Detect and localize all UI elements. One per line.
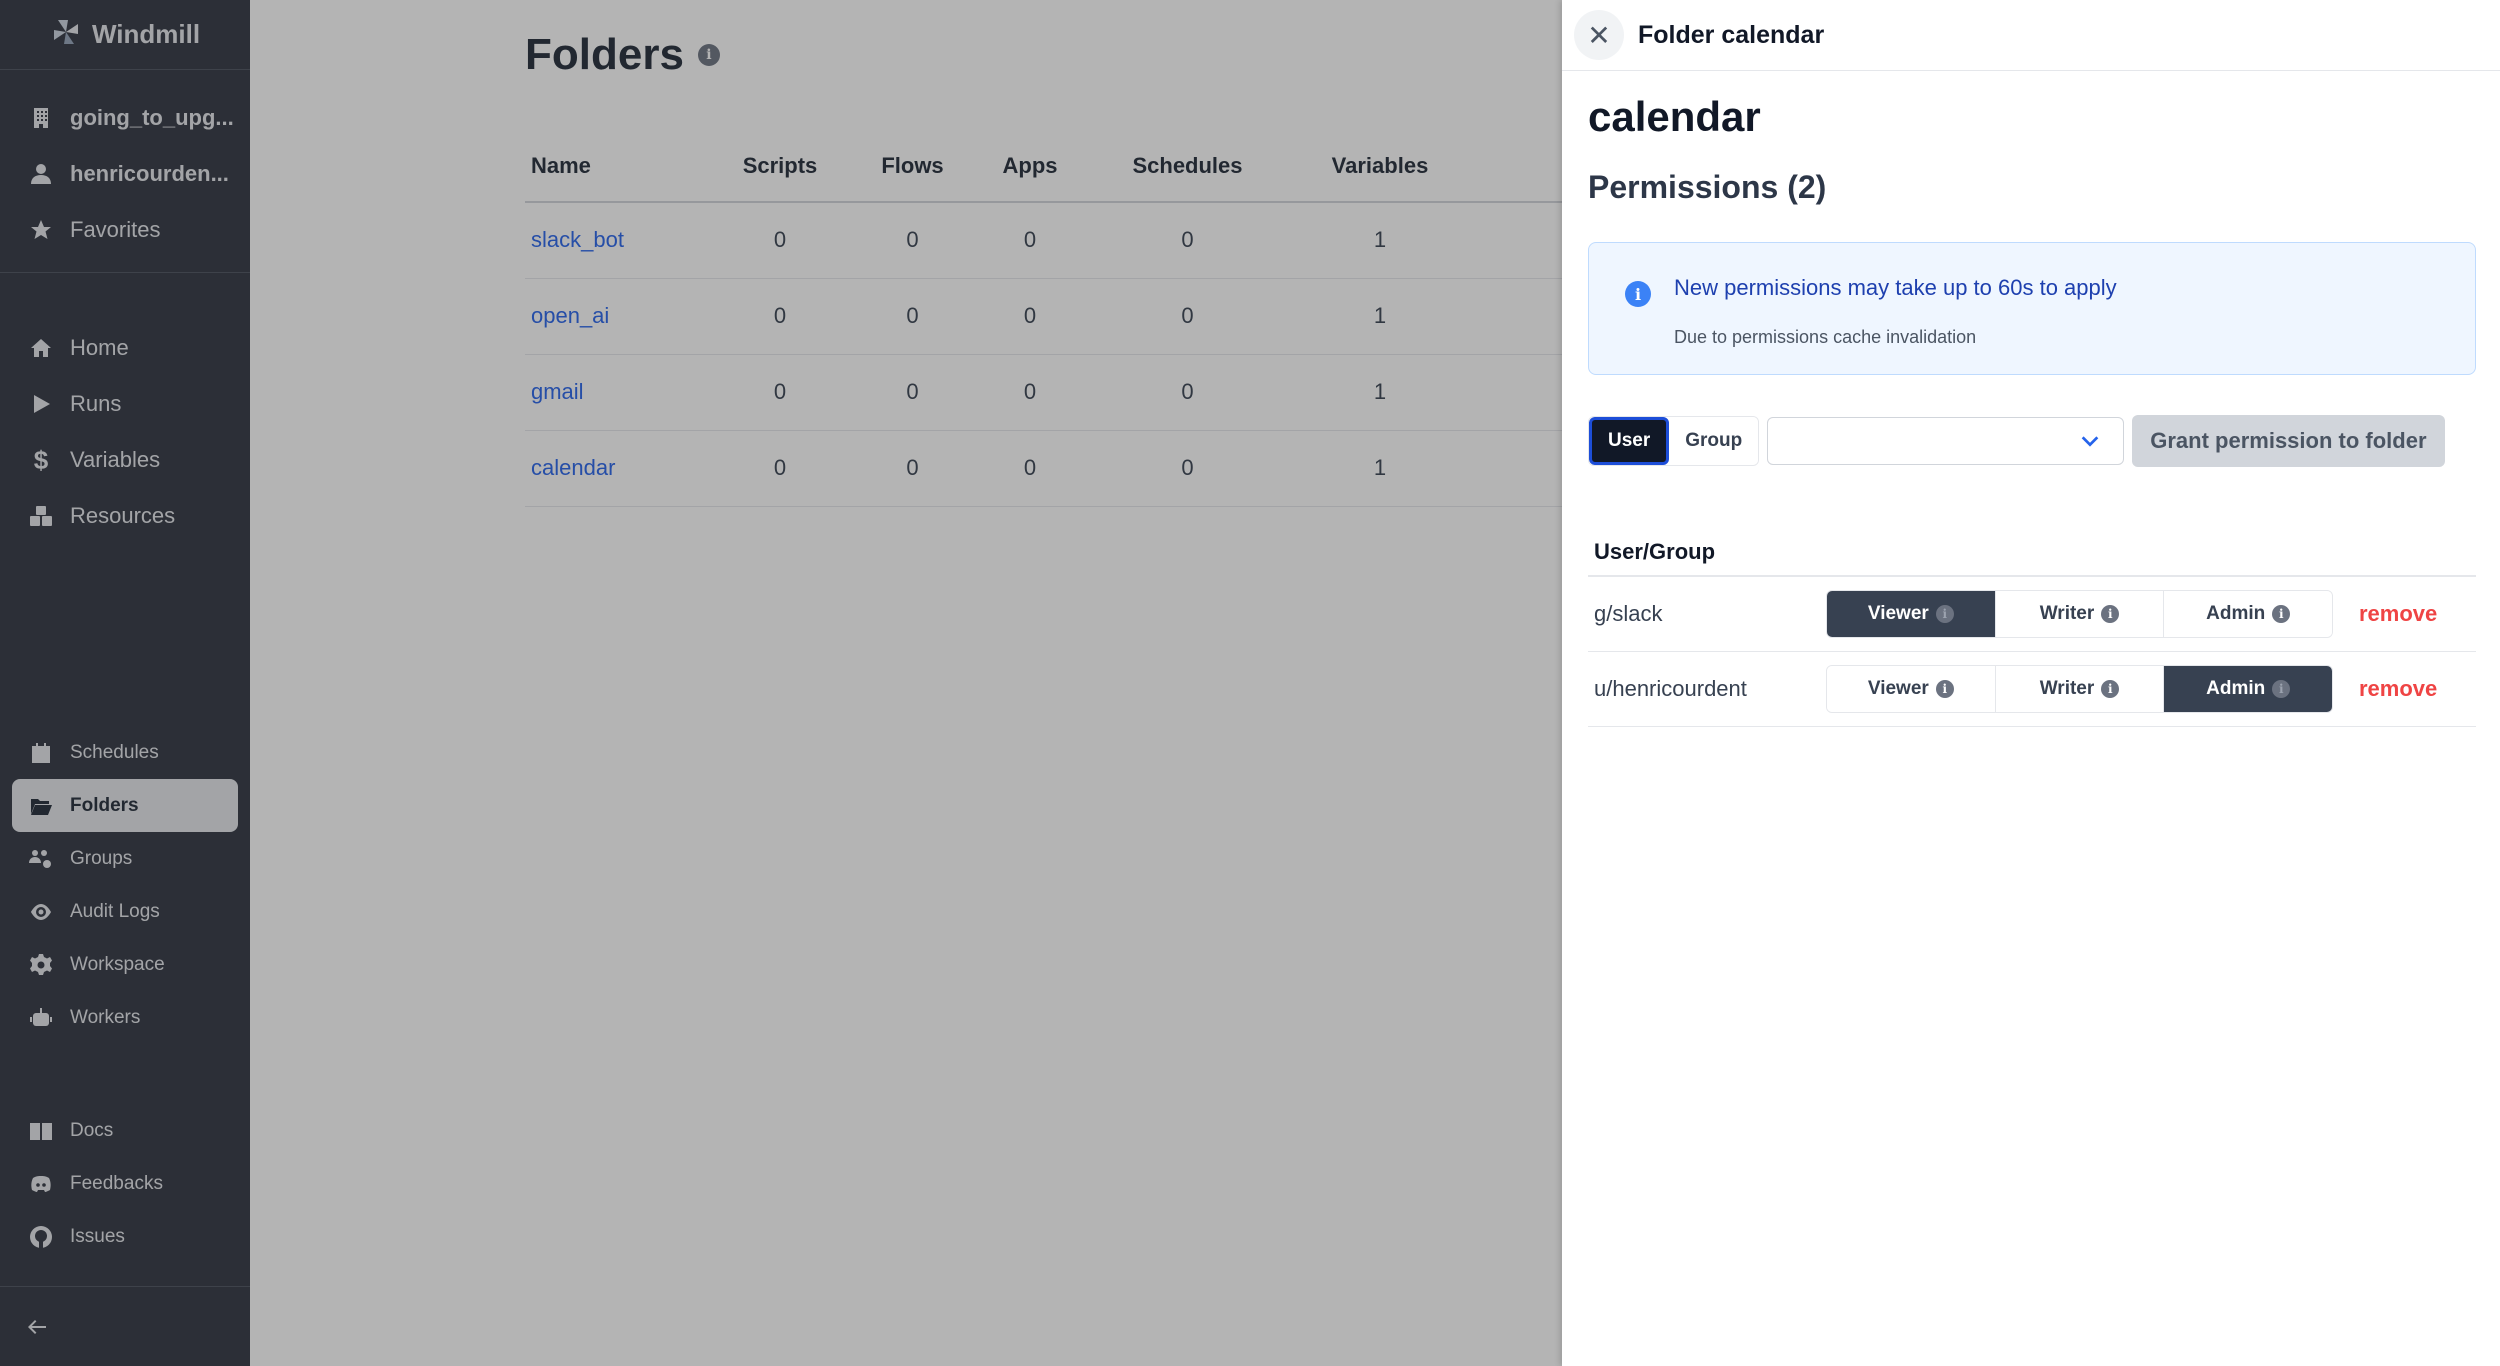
info-icon: i xyxy=(1625,281,1651,307)
permission-row: g/slack Viewer i Writer i Admin i remove xyxy=(1588,577,2476,652)
info-icon: i xyxy=(2101,680,2120,698)
role-writer[interactable]: Writer i xyxy=(1995,666,2165,712)
permissions-table: User/Group g/slack Viewer i Writer i Admin… xyxy=(1588,539,2476,727)
folder-name: calendar xyxy=(1588,93,1761,140)
info-icon: i xyxy=(1935,680,1954,698)
role-toggle: Viewer i Writer i Admin i xyxy=(1826,590,2333,638)
toggle-group[interactable]: Group xyxy=(1669,417,1759,465)
role-admin[interactable]: Admin i xyxy=(2164,666,2332,712)
role-label: Viewer xyxy=(1867,603,1929,624)
chevron-down-icon xyxy=(2081,436,2099,447)
info-icon: i xyxy=(2272,605,2291,623)
app: Windmill going_to_upg... henricourden...… xyxy=(0,0,2500,1366)
info-alert: i New permissions may take up to 60s to … xyxy=(1588,242,2476,375)
role-writer[interactable]: Writer i xyxy=(1995,591,2165,637)
toggle-user[interactable]: User xyxy=(1589,417,1670,465)
role-admin[interactable]: Admin i xyxy=(2164,591,2332,637)
role-label: Writer xyxy=(2039,603,2095,624)
remove-permission-link[interactable]: remove xyxy=(2359,676,2437,702)
role-label: Viewer xyxy=(1867,678,1929,699)
info-icon: i xyxy=(2272,680,2291,698)
close-drawer-button[interactable]: ✕ xyxy=(1574,10,1624,60)
grant-permission-row: User Group Grant permission to folder xyxy=(1588,415,2476,467)
folder-drawer: ✕ Folder calendar calendar Permissions (… xyxy=(1562,0,2500,1366)
alert-description: Due to permissions cache invalidation xyxy=(1674,327,1977,347)
column-header-user-group: User/Group xyxy=(1588,539,2476,577)
permission-owner: g/slack xyxy=(1594,601,1663,626)
role-toggle: Viewer i Writer i Admin i xyxy=(1826,665,2333,713)
drawer-body: calendar Permissions (2) i New permissio… xyxy=(1562,93,2500,727)
info-icon: i xyxy=(2101,605,2120,623)
drawer-title: Folder calendar xyxy=(1638,20,1825,49)
permissions-title: Permissions (2) xyxy=(1588,169,1827,205)
info-icon: i xyxy=(1935,605,1954,623)
owner-kind-toggle: User Group xyxy=(1588,416,1760,466)
role-label: Writer xyxy=(2039,678,2095,699)
role-viewer[interactable]: Viewer i xyxy=(1827,666,1996,712)
grant-permission-button[interactable]: Grant permission to folder xyxy=(2132,415,2445,467)
permission-row: u/henricourdent Viewer i Writer i Admin i r… xyxy=(1588,652,2476,727)
owner-select[interactable] xyxy=(1767,417,2125,465)
drawer-header: ✕ Folder calendar xyxy=(1562,0,2500,71)
alert-title: New permissions may take up to 60s to ap… xyxy=(1674,275,2117,300)
role-label: Admin xyxy=(2206,603,2266,624)
close-icon: ✕ xyxy=(1587,19,1611,51)
remove-permission-link[interactable]: remove xyxy=(2359,601,2437,627)
role-label: Admin xyxy=(2206,678,2266,699)
permission-owner: u/henricourdent xyxy=(1594,676,1747,701)
role-viewer[interactable]: Viewer i xyxy=(1827,591,1996,637)
